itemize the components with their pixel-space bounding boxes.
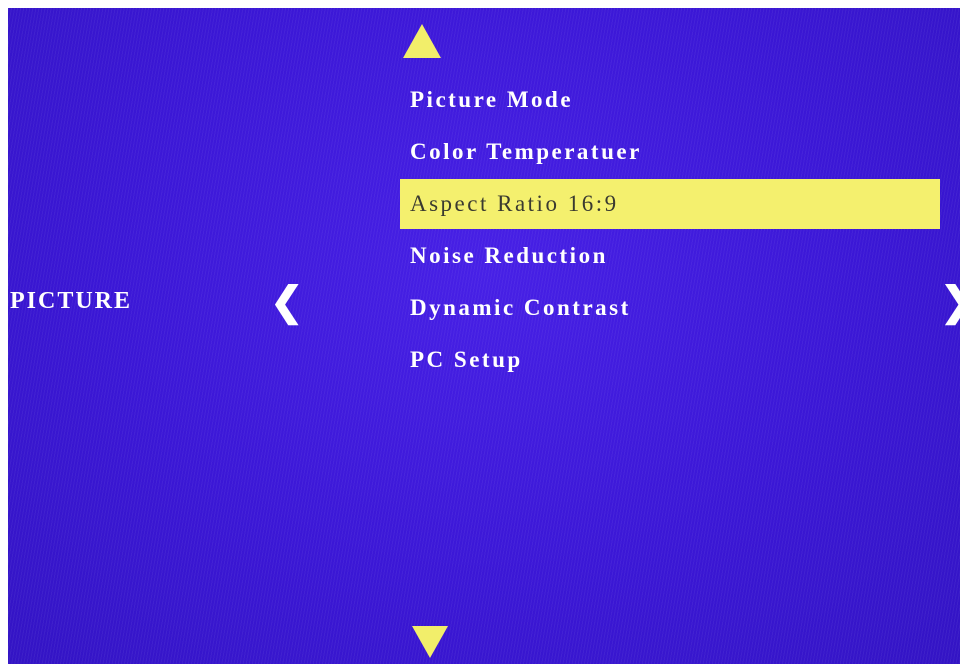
- menu-item-color-temperature[interactable]: Color Temperatuer: [400, 126, 940, 178]
- menu-item-noise-reduction[interactable]: Noise Reduction: [400, 230, 940, 282]
- menu-item-picture-mode[interactable]: Picture Mode: [400, 74, 940, 126]
- picture-menu: Picture Mode Color Temperatuer Aspect Ra…: [400, 74, 940, 386]
- chevron-right-icon[interactable]: ❯: [940, 282, 960, 322]
- chevron-left-icon[interactable]: ❮: [270, 282, 304, 322]
- section-title: PICTURE: [10, 288, 133, 314]
- menu-item-dynamic-contrast[interactable]: Dynamic Contrast: [400, 282, 940, 334]
- osd-screen: PICTURE ❮ ❯ Picture Mode Color Temperatu…: [8, 8, 960, 664]
- scroll-down-icon[interactable]: [412, 626, 448, 658]
- menu-item-aspect-ratio[interactable]: Aspect Ratio 16:9: [400, 179, 940, 229]
- scroll-up-icon[interactable]: [403, 24, 441, 58]
- menu-item-pc-setup[interactable]: PC Setup: [400, 334, 940, 386]
